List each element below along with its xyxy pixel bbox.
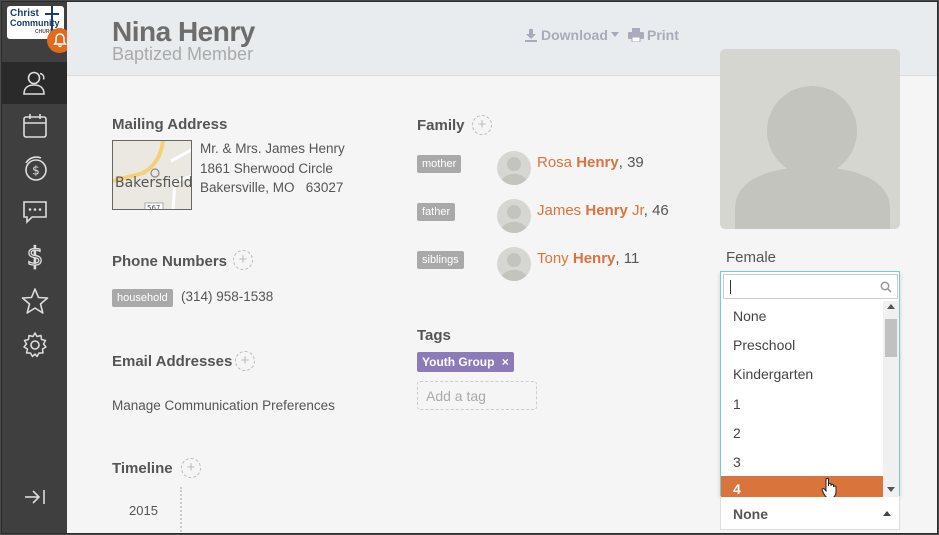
family-avatar[interactable] — [497, 151, 531, 185]
scrollbar-thumb[interactable] — [885, 319, 897, 357]
member-first-name: James — [537, 202, 582, 219]
map-city-label: Bakersfield — [115, 175, 192, 191]
giving-coin-icon: $ — [24, 156, 47, 181]
member-age: , 46 — [643, 202, 669, 219]
dropdown-option[interactable]: Kindergarten — [721, 359, 883, 388]
dropdown-option[interactable]: None — [721, 301, 883, 330]
dropdown-option[interactable]: 3 — [721, 447, 883, 476]
nav-favorites[interactable] — [2, 280, 67, 322]
member-status: Baptized Member — [112, 44, 254, 64]
phone-numbers-title: Phone Numbers — [112, 253, 228, 270]
search-icon — [880, 281, 892, 293]
address-city: Bakersville, MO — [200, 180, 295, 195]
tags-title: Tags — [417, 327, 451, 344]
address-zip: 63027 — [305, 180, 344, 195]
family-member-link[interactable]: Tony Henry, 11 — [537, 250, 639, 267]
family-member-link[interactable]: James Henry Jr, 46 — [537, 202, 669, 219]
family-relation-tag: siblings — [417, 251, 464, 269]
calendar-icon — [22, 114, 47, 138]
nav-messages[interactable] — [2, 191, 67, 233]
collapse-sidebar-button[interactable] — [2, 476, 67, 518]
member-age: , 39 — [618, 154, 644, 171]
caret-down-icon — [610, 32, 619, 37]
member-first-name: Tony — [537, 250, 569, 267]
family-relation-tag: mother — [417, 155, 462, 173]
download-button[interactable]: Download — [524, 27, 619, 43]
profile-content: Mailing Address Bakersfield 567 Mr. & Mr… — [67, 49, 937, 533]
phone-type-tag: household — [112, 289, 173, 307]
dropdown-option-highlighted[interactable]: 4 — [721, 476, 883, 497]
family-relation-tag: father — [417, 203, 456, 221]
address-street: 1861 Sherwood Circle — [200, 161, 333, 176]
app-window: Christ Community CHURCH $ $ Nina Henry B… — [1, 1, 938, 534]
add-timeline-button[interactable]: + — [181, 458, 201, 478]
address-map[interactable]: Bakersfield 567 — [112, 140, 192, 210]
family-member-link[interactable]: Rosa Henry, 39 — [537, 154, 644, 171]
timeline-title: Timeline — [112, 460, 173, 477]
print-icon — [628, 28, 644, 42]
dropdown-option[interactable]: 2 — [721, 418, 883, 447]
add-family-button[interactable]: + — [472, 115, 492, 135]
download-icon — [525, 29, 537, 42]
grade-select[interactable]: None — [720, 497, 900, 530]
phone-number-link[interactable]: (314) 958-1538 — [181, 289, 273, 304]
chat-icon — [22, 201, 47, 224]
add-tag-input[interactable]: Add a tag — [417, 381, 537, 410]
print-label: Print — [647, 27, 679, 43]
member-suffix: Jr — [627, 202, 644, 219]
member-last-name: Henry — [572, 250, 616, 267]
nav-settings[interactable] — [2, 324, 67, 366]
timeline-year: 2015 — [129, 503, 158, 518]
member-last-name: Henry — [585, 202, 628, 219]
dropdown-options: None Preschool Kindergarten 1 2 3 4 — [721, 301, 883, 497]
email-addresses-title: Email Addresses — [112, 353, 233, 370]
download-label: Download — [541, 27, 608, 43]
dropdown-option[interactable]: Preschool — [721, 330, 883, 359]
tag-youth-group[interactable]: Youth Group × — [417, 352, 514, 372]
scroll-up-icon[interactable] — [887, 304, 895, 310]
member-last-name: Henry — [576, 154, 619, 171]
family-avatar[interactable] — [497, 247, 531, 281]
dropdown-option[interactable]: 1 — [721, 389, 883, 418]
add-email-button[interactable]: + — [235, 351, 255, 371]
collapse-arrow-icon — [24, 490, 45, 504]
address-recipient-link[interactable]: Mr. & Mrs. James Henry — [200, 141, 345, 156]
nav-giving[interactable]: $ — [2, 148, 67, 190]
dropdown-scrollbar[interactable] — [883, 301, 899, 497]
dropdown-search-input[interactable] — [723, 274, 898, 299]
logo-cross-bar — [45, 13, 59, 15]
family-title: Family — [417, 117, 465, 134]
remove-tag-icon[interactable]: × — [502, 355, 509, 369]
timeline-line — [180, 487, 182, 533]
print-button[interactable]: Print — [628, 27, 679, 43]
family-avatar[interactable] — [497, 199, 531, 233]
dollar-icon: $ — [26, 241, 44, 271]
mailing-address-title: Mailing Address — [112, 116, 228, 133]
sidebar: Christ Community CHURCH $ $ — [2, 2, 72, 533]
nav-calendar[interactable] — [2, 105, 67, 147]
add-phone-button[interactable]: + — [233, 250, 253, 270]
nav-people[interactable] — [2, 62, 67, 104]
nav-finance[interactable]: $ — [2, 235, 67, 277]
star-icon — [21, 288, 48, 314]
caret-up-icon — [883, 511, 891, 516]
text-cursor — [730, 280, 731, 294]
manage-communication-link[interactable]: Manage Communication Preferences — [112, 398, 335, 413]
scroll-down-icon[interactable] — [887, 487, 895, 493]
gear-icon — [22, 332, 47, 358]
member-age: , 11 — [615, 250, 640, 267]
mouse-pointer-hand-icon — [821, 477, 837, 499]
grade-dropdown-panel: None Preschool Kindergarten 1 2 3 4 — [720, 271, 900, 499]
gender-value: Female — [726, 249, 777, 266]
tag-label: Youth Group — [422, 355, 495, 369]
map-road-label: 567 — [147, 204, 160, 210]
svg-text:$: $ — [32, 164, 40, 178]
people-icon — [22, 71, 45, 95]
svg-text:$: $ — [26, 242, 43, 271]
grade-select-value: None — [733, 506, 768, 522]
member-first-name: Rosa — [537, 154, 573, 171]
profile-photo[interactable] — [720, 49, 900, 229]
address-city-line: Bakersville, MO 63027 — [200, 180, 343, 195]
